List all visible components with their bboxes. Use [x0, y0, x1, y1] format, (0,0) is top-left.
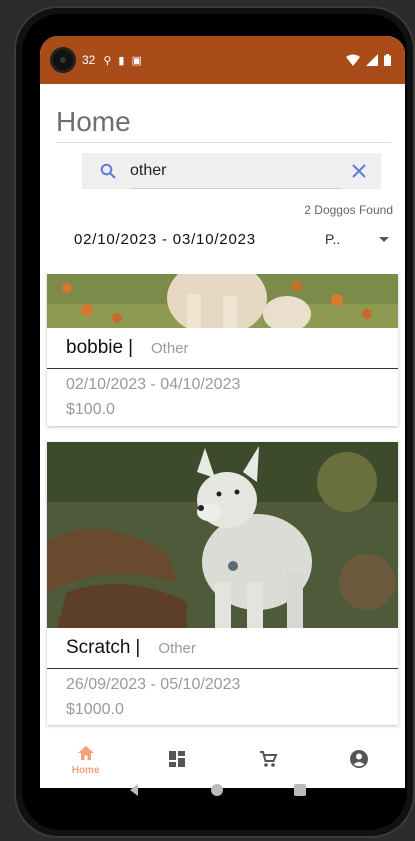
dashboard-icon [168, 751, 185, 767]
card-header: Scratch | Other [47, 628, 398, 669]
availability-dates: 26/09/2023 - 05/10/2023 [66, 676, 241, 693]
camera-cutout [50, 47, 76, 73]
name-separator: | [135, 637, 141, 658]
sort-dropdown[interactable]: P.. [325, 231, 389, 247]
dog-photo [47, 442, 398, 628]
results-count: 2 Doggos Found [304, 203, 393, 217]
price: $100.0 [66, 401, 115, 418]
name-separator: | [128, 337, 133, 358]
wifi-icon [346, 54, 360, 66]
listing-list[interactable]: bobbie | Other 02/10/2023 - 04/10/2023 $… [40, 274, 405, 730]
listing-card[interactable]: bobbie | Other 02/10/2023 - 04/10/2023 $… [47, 274, 398, 426]
dog-category: Other [158, 639, 196, 657]
app-screen: 32 ⚲ ▮ ▣ Home other 2 Doggos Found 02/10… [40, 36, 405, 788]
dog-name: bobbie [66, 337, 124, 358]
sort-value: P.. [325, 231, 341, 247]
status-time: 32 [82, 53, 96, 67]
sd-card-icon: ▮ [118, 54, 125, 67]
chevron-down-icon [379, 236, 389, 242]
home-button-icon[interactable] [210, 783, 224, 797]
notification-icon: ▣ [131, 54, 142, 67]
search-icon [100, 163, 116, 179]
battery-icon [384, 54, 391, 66]
availability-dates: 02/10/2023 - 04/10/2023 [66, 376, 241, 393]
back-icon[interactable] [127, 783, 141, 797]
cart-icon [260, 751, 278, 767]
app-header: Home [40, 84, 405, 143]
price: $1000.0 [66, 701, 124, 718]
signal-icon [366, 54, 378, 66]
filter-row: 02/10/2023 - 03/10/2023 P.. [74, 225, 389, 253]
recents-icon[interactable] [293, 783, 307, 797]
listing-card[interactable]: Scratch | Other 26/09/2023 - 05/10/2023 … [47, 442, 398, 725]
status-bar: 32 ⚲ ▮ ▣ [40, 36, 405, 84]
system-navigation-bar [22, 770, 407, 810]
dog-photo [47, 274, 398, 328]
dog-name: Scratch [66, 637, 131, 658]
status-icons [346, 54, 391, 66]
card-header: bobbie | Other [47, 328, 398, 369]
home-icon [77, 745, 94, 760]
dog-category: Other [151, 339, 189, 357]
search-input[interactable] [130, 153, 341, 189]
page-title: Home [56, 106, 391, 143]
account-icon [350, 750, 369, 768]
phone-bezel: 32 ⚲ ▮ ▣ Home other 2 Doggos Found 02/10… [22, 14, 407, 830]
phone-frame: 32 ⚲ ▮ ▣ Home other 2 Doggos Found 02/10… [14, 6, 415, 838]
usb-icon: ⚲ [103, 54, 112, 67]
date-range-picker[interactable]: 02/10/2023 - 03/10/2023 [74, 231, 256, 248]
search-bar[interactable] [82, 153, 381, 189]
clear-icon[interactable] [351, 163, 367, 179]
